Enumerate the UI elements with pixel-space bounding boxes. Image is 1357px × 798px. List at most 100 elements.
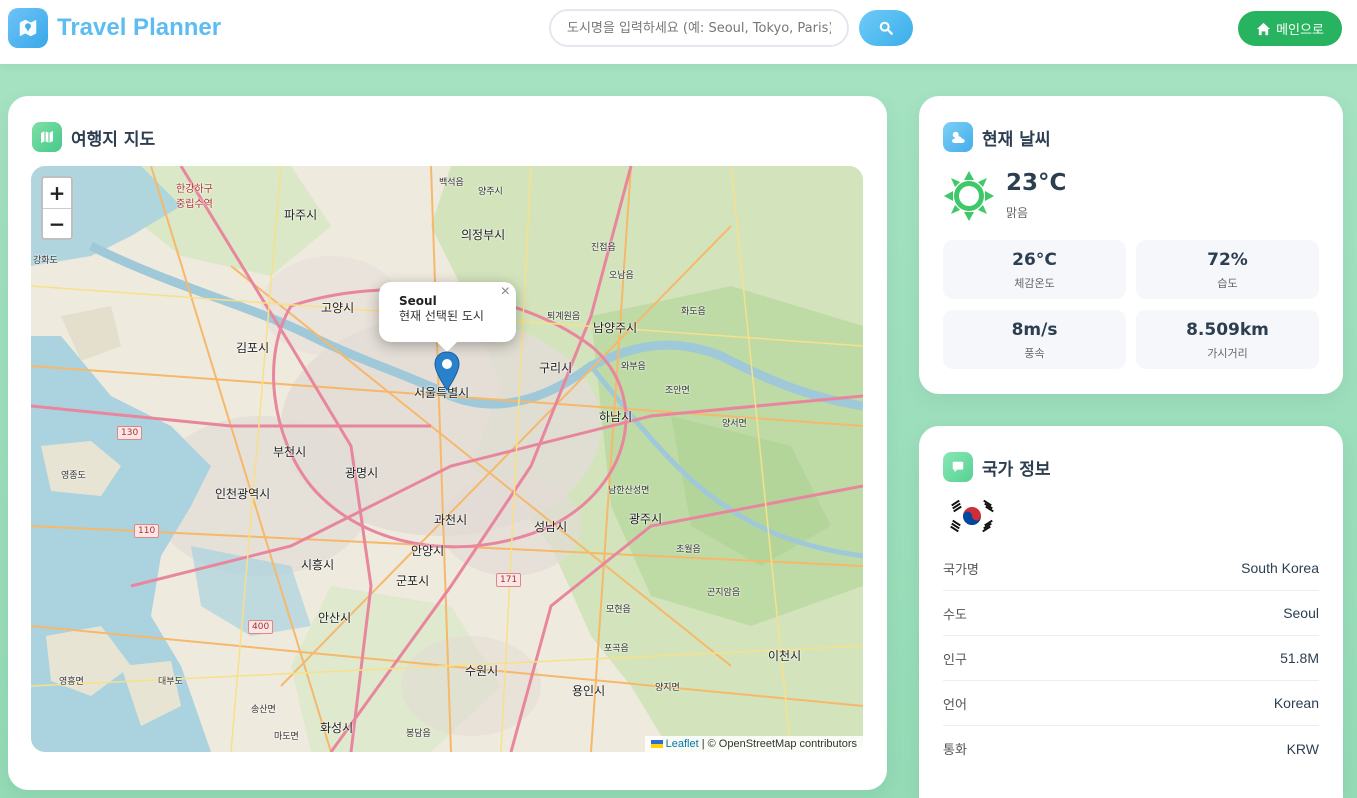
flag-icon [943, 452, 973, 482]
stat-value: 8m/s [1011, 320, 1058, 340]
map-attribution: Leaflet | © OpenStreetMap contributors [644, 736, 863, 752]
map-view[interactable]: 한강하구 중립수역 파주시 의정부시 양주시 백석읍 고양시 김포시 남양주시 … [31, 166, 863, 752]
map-label: 안산시 [318, 611, 352, 625]
zoom-out-button[interactable]: − [43, 208, 71, 238]
cloud-sun-icon [943, 122, 973, 152]
home-icon [1257, 22, 1271, 35]
currency-row: 통화 KRW [943, 726, 1319, 771]
app-title[interactable]: Travel Planner [57, 12, 221, 44]
stat-label: 체감온도 [1014, 277, 1055, 290]
feels-like-stat: 26°C 체감온도 [943, 240, 1126, 299]
map-label: 양지면 [655, 683, 680, 693]
map-label: 김포시 [236, 341, 270, 355]
map-label: 조안면 [665, 386, 690, 396]
map-label: 곤지암읍 [707, 588, 741, 598]
map-label: 포곡읍 [604, 644, 629, 654]
country-info-card: 국가 정보 국가명 South Korea 수도 Seoul 인구 51.8M … [919, 426, 1343, 798]
map-label: 구리시 [539, 361, 573, 375]
stat-label: 풍속 [1024, 347, 1045, 360]
map-label: 화도읍 [681, 307, 706, 317]
country-card-title: 국가 정보 [982, 459, 1051, 480]
map-label: 과천시 [434, 513, 468, 527]
map-label: 부천시 [273, 445, 307, 459]
weather-card-header: 현재 날씨 [943, 122, 1050, 152]
stat-value: 26°C [1012, 250, 1057, 270]
map-label: 광주시 [629, 512, 663, 526]
map-label: 와부읍 [621, 362, 646, 372]
map-label: 인천광역시 [215, 487, 271, 501]
attribution-text: | © OpenStreetMap contributors [698, 738, 857, 750]
map-label: 마도면 [274, 732, 299, 742]
map-card-header: 여행지 지도 [32, 122, 155, 152]
map-tiles [31, 166, 863, 752]
map-label: 화성시 [320, 721, 354, 735]
weather-card: 현재 날씨 23°C 맑음 26°C 체감온도 72% 습도 8m/s 풍속 8… [919, 96, 1343, 394]
zoom-control: + − [41, 176, 73, 240]
ukraine-flag-icon [650, 740, 663, 749]
map-label: 봉담읍 [406, 729, 431, 739]
map-label: 퇴계원읍 [547, 312, 581, 322]
map-label: 안양시 [411, 544, 445, 558]
map-label: 강화도 [33, 256, 58, 266]
map-label: 중립수역 [176, 199, 213, 210]
map-label: 군포시 [396, 574, 430, 588]
map-label: 한강하구 [176, 184, 213, 195]
road-shield: 110 [134, 524, 160, 538]
stat-label: 가시거리 [1207, 347, 1248, 360]
road-shield: 130 [117, 426, 143, 440]
map-label: 이천시 [768, 649, 802, 663]
map-icon [32, 122, 62, 152]
map-card: 여행지 지도 한강하구 중립수역 파주시 의정부시 양주시 백석읍 고양시 김포… [8, 96, 887, 790]
stat-value: 8.509km [1186, 320, 1269, 340]
info-value: KRW [1286, 740, 1319, 757]
capital-row: 수도 Seoul [943, 591, 1319, 636]
leaflet-link[interactable]: Leaflet [666, 738, 699, 750]
map-label: 광명시 [345, 466, 379, 480]
map-label: 시흥시 [301, 558, 335, 572]
population-row: 인구 51.8M [943, 636, 1319, 681]
language-row: 언어 Korean [943, 681, 1319, 726]
info-label: 수도 [943, 607, 967, 623]
map-label: 백석읍 [439, 178, 464, 188]
info-value: Korean [1273, 695, 1319, 711]
map-label: 대부도 [158, 677, 183, 687]
map-label: 성남시 [534, 520, 568, 534]
home-button[interactable]: 메인으로 [1238, 11, 1342, 46]
map-label: 초월읍 [676, 545, 701, 555]
current-temperature: 23°C [1006, 170, 1067, 196]
wind-speed-stat: 8m/s 풍속 [943, 310, 1126, 369]
map-label: 수원시 [465, 664, 499, 678]
map-label: 파주시 [284, 208, 318, 222]
info-value: 51.8M [1280, 650, 1319, 666]
map-label: 남양주시 [593, 321, 638, 335]
map-label: 고양시 [321, 301, 355, 315]
top-header: Travel Planner 메인으로 [0, 0, 1357, 64]
home-button-label: 메인으로 [1276, 23, 1324, 38]
map-label: 영흥면 [59, 677, 84, 687]
stat-label: 습도 [1217, 277, 1238, 290]
info-value: Seoul [1283, 605, 1319, 621]
popup-description: 현재 선택된 도시 [399, 309, 484, 323]
location-pin-icon[interactable] [434, 351, 460, 395]
map-label: 용인시 [572, 684, 606, 698]
map-label: 오남읍 [609, 271, 634, 281]
visibility-stat: 8.509km 가시거리 [1136, 310, 1319, 369]
zoom-in-button[interactable]: + [43, 178, 71, 208]
map-label: 영종도 [61, 471, 86, 481]
info-label: 인구 [943, 652, 967, 668]
map-card-title: 여행지 지도 [71, 129, 156, 150]
map-label: 송산면 [251, 705, 276, 715]
korea-flag-icon [947, 496, 997, 540]
map-label: 양주시 [478, 187, 503, 197]
map-popup: Seoul 현재 선택된 도시 × [379, 282, 516, 352]
info-label: 통화 [943, 743, 967, 758]
map-label: 양서면 [722, 419, 747, 429]
popup-close-button[interactable]: × [501, 284, 510, 300]
weather-condition: 맑음 [1006, 206, 1029, 220]
city-search-input[interactable] [549, 9, 849, 47]
search-button[interactable] [859, 10, 913, 46]
map-label: 의정부시 [461, 228, 506, 242]
map-label: 진접읍 [591, 243, 616, 253]
map-icon[interactable] [8, 8, 48, 48]
stat-value: 72% [1207, 250, 1248, 270]
